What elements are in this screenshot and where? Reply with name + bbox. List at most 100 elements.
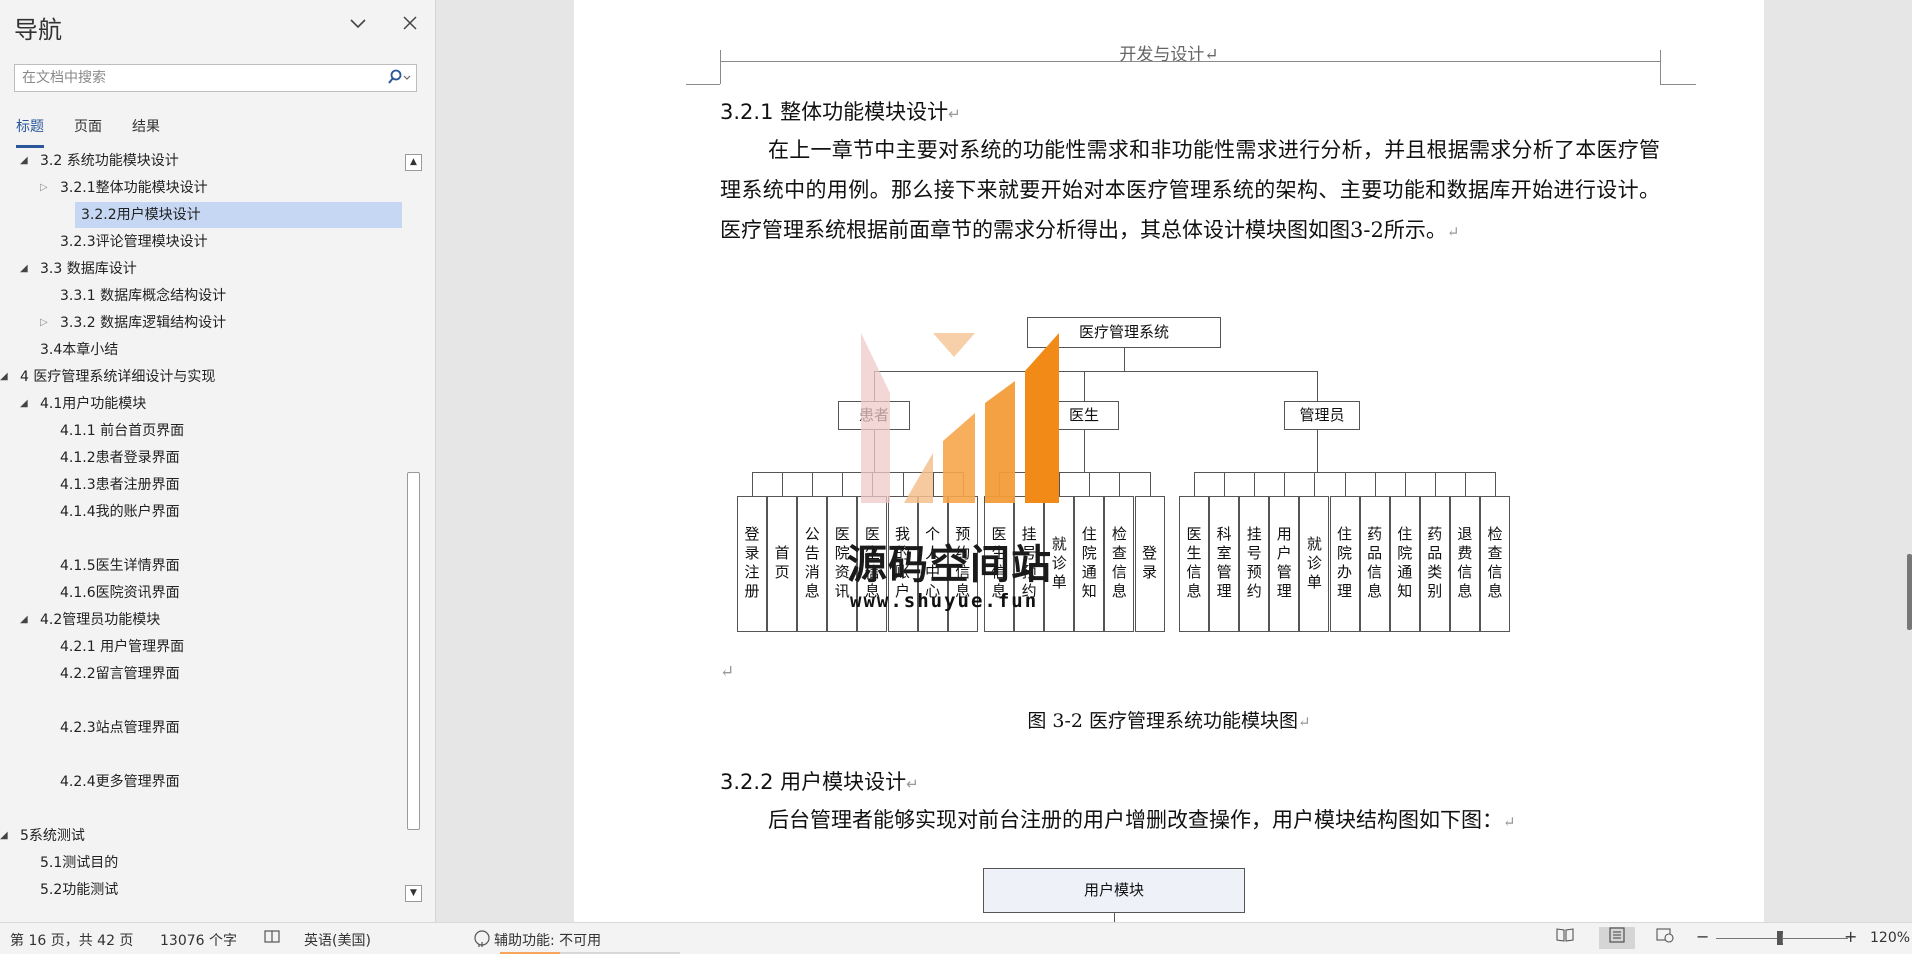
search-input[interactable] bbox=[15, 65, 375, 91]
nav-heading-item[interactable]: ◢ 3.3 数据库设计 bbox=[0, 256, 402, 282]
chart-leaf-user: 首页 bbox=[767, 496, 798, 632]
tab-results[interactable]: 结果 bbox=[132, 116, 160, 148]
accessibility-icon[interactable] bbox=[472, 928, 492, 952]
nav-heading-item[interactable]: 5.2功能测试 bbox=[0, 877, 402, 903]
nav-heading-label: 3.2 系统功能模块设计 bbox=[40, 153, 179, 169]
expand-triangle-icon[interactable]: ▷ bbox=[40, 310, 48, 336]
zoom-in-icon[interactable]: + bbox=[1844, 927, 1857, 946]
nav-heading-item[interactable]: 3.4本章小结 bbox=[0, 337, 402, 363]
scroll-up-icon[interactable]: ▲ bbox=[405, 154, 422, 171]
chart-connector-line bbox=[1084, 371, 1085, 401]
collapse-triangle-icon[interactable]: ◢ bbox=[20, 256, 28, 282]
nav-heading-item[interactable]: 5.1测试目的 bbox=[0, 850, 402, 876]
chart-connector-line bbox=[1149, 472, 1151, 496]
nav-heading-item[interactable]: ▷ 3.2.1整体功能模块设计 bbox=[0, 175, 402, 201]
nav-heading-label: 4.1用户功能模块 bbox=[40, 396, 147, 412]
chart-leaf-admin: 药品类别 bbox=[1419, 496, 1450, 632]
document-area: 开发与设计↵ 3.2.1 整体功能模块设计↵ 在上一章节中主要对系统的功能性需求… bbox=[437, 0, 1912, 922]
language[interactable]: 英语(美国) bbox=[304, 930, 371, 950]
chart-connector-line bbox=[874, 430, 875, 472]
chart-leaf-user: 登录注册 bbox=[737, 496, 767, 632]
nav-heading-label: 3.3 数据库设计 bbox=[40, 261, 137, 277]
nav-heading-item[interactable]: ◢ 4.1用户功能模块 bbox=[0, 391, 402, 417]
watermark-text: 源码空间站 bbox=[847, 542, 1052, 588]
nav-heading-item[interactable]: 3.3.1 数据库概念结构设计 bbox=[0, 283, 402, 309]
nav-heading-item[interactable]: 4.1.5医生详情界面 bbox=[0, 553, 402, 579]
chart-connector-line bbox=[1194, 472, 1195, 496]
nav-heading-item[interactable]: ◢ 4.2管理员功能模块 bbox=[0, 607, 402, 633]
scroll-down-icon[interactable]: ▼ bbox=[405, 885, 422, 902]
print-layout-icon[interactable] bbox=[1599, 927, 1635, 949]
tab-pages[interactable]: 页面 bbox=[74, 116, 102, 148]
collapse-triangle-icon[interactable]: ◢ bbox=[20, 391, 28, 417]
nav-heading-label: 4.1.3患者注册界面 bbox=[60, 477, 180, 493]
scrollbar-thumb[interactable] bbox=[407, 472, 420, 830]
chart-leaf-admin: 退费信息 bbox=[1449, 496, 1480, 632]
nav-heading-label: 3.3.1 数据库概念结构设计 bbox=[60, 288, 227, 304]
document-scroll-indicator[interactable] bbox=[1907, 554, 1912, 630]
nav-heading-item bbox=[0, 742, 402, 768]
web-layout-icon[interactable] bbox=[1652, 927, 1678, 949]
nav-heading-item[interactable]: 4.1.2患者登录界面 bbox=[0, 445, 402, 471]
collapse-triangle-icon[interactable]: ◢ bbox=[0, 364, 8, 390]
nav-heading-item[interactable]: 4.1.6医院资讯界面 bbox=[0, 580, 402, 606]
paragraph-overview: 在上一章节中主要对系统的功能性需求和非功能性需求进行分析，并且根据需求分析了本医… bbox=[720, 138, 1660, 242]
chart-leaf-doctor: 登录 bbox=[1134, 496, 1165, 632]
status-bar: 第 16 页，共 42 页 13076 个字 英语(美国) 辅助功能: 不可用 … bbox=[0, 922, 1912, 954]
zoom-level[interactable]: 120% bbox=[1870, 930, 1910, 946]
chart-connector-line bbox=[999, 472, 1151, 473]
read-mode-icon[interactable] bbox=[1552, 927, 1578, 949]
chart-connector-line bbox=[999, 472, 1000, 496]
collapse-triangle-icon[interactable]: ◢ bbox=[0, 823, 8, 849]
nav-heading-item[interactable]: 4.2.3站点管理界面 bbox=[0, 715, 402, 741]
chart-connector-line bbox=[874, 371, 875, 401]
accessibility-status[interactable]: 辅助功能: 不可用 bbox=[494, 930, 601, 950]
nav-heading-item[interactable]: ◢ 4 医疗管理系统详细设计与实现 bbox=[0, 364, 402, 390]
chart-connector-line bbox=[932, 472, 934, 496]
collapse-triangle-icon[interactable]: ◢ bbox=[20, 148, 28, 174]
page-count[interactable]: 第 16 页，共 42 页 bbox=[10, 930, 133, 950]
chart-connector-line bbox=[962, 472, 964, 496]
word-count[interactable]: 13076 个字 bbox=[160, 930, 237, 950]
proofing-icon[interactable] bbox=[263, 928, 283, 950]
chart-node-user: 患者 bbox=[838, 401, 910, 430]
nav-heading-item[interactable]: 3.2.2用户模块设计 bbox=[75, 202, 402, 228]
nav-heading-label: 4.2.2留言管理界面 bbox=[60, 666, 180, 682]
tab-headings[interactable]: 标题 bbox=[16, 116, 44, 148]
nav-heading-item[interactable]: 4.1.1 前台首页界面 bbox=[0, 418, 402, 444]
zoom-center-tick bbox=[1782, 934, 1783, 943]
expand-triangle-icon[interactable]: ▷ bbox=[40, 175, 48, 201]
collapse-triangle-icon[interactable]: ◢ bbox=[20, 607, 28, 633]
nav-options-icon[interactable] bbox=[346, 14, 370, 38]
search-icon[interactable] bbox=[386, 68, 412, 88]
function-module-chart: 医疗管理系统 患者 登录注册 首页 公告消息 医院资讯 医生信息 我的账户 个人中心 预约信息 医生… bbox=[574, 300, 1764, 660]
chart-leaf-admin: 药品信息 bbox=[1359, 496, 1390, 632]
document-page[interactable]: 开发与设计↵ 3.2.1 整体功能模块设计↵ 在上一章节中主要对系统的功能性需求… bbox=[574, 0, 1764, 922]
chart-root-node: 医疗管理系统 bbox=[1027, 317, 1221, 348]
nav-heading-item[interactable]: ◢ 5系统测试 bbox=[0, 823, 402, 849]
nav-heading-item[interactable]: ◢ 3.2 系统功能模块设计 bbox=[0, 148, 402, 174]
nav-heading-item[interactable]: 3.2.3评论管理模块设计 bbox=[0, 229, 402, 255]
chart-connector-line bbox=[1314, 472, 1316, 496]
close-icon[interactable] bbox=[398, 14, 422, 38]
nav-heading-item[interactable]: 4.2.4更多管理界面 bbox=[0, 769, 402, 795]
chart-leaf-doctor: 检查信息 bbox=[1104, 496, 1135, 632]
nav-heading-item[interactable]: ▷ 3.3.2 数据库逻辑结构设计 bbox=[0, 310, 402, 336]
nav-heading-label: 4.2.3站点管理界面 bbox=[60, 720, 180, 736]
heading-3-2-1: 3.2.1 整体功能模块设计↵ bbox=[720, 100, 961, 124]
chart-connector-line bbox=[1284, 472, 1286, 496]
nav-tabs: 标题 页面 结果 bbox=[16, 116, 190, 148]
nav-scrollbar[interactable]: ▲ ▼ bbox=[405, 154, 422, 902]
nav-heading-item bbox=[0, 796, 402, 822]
nav-heading-item[interactable]: 4.2.1 用户管理界面 bbox=[0, 634, 402, 660]
zoom-out-icon[interactable]: − bbox=[1696, 927, 1709, 946]
nav-heading-item[interactable]: 4.1.3患者注册界面 bbox=[0, 472, 402, 498]
nav-heading-label: 4.2管理员功能模块 bbox=[40, 612, 161, 628]
chart-connector-line bbox=[1374, 472, 1376, 496]
nav-heading-item[interactable]: 4.2.2留言管理界面 bbox=[0, 661, 402, 687]
chart-leaf-admin: 科室管理 bbox=[1209, 496, 1240, 632]
chart-connector-line bbox=[1254, 472, 1256, 496]
chart-connector-line bbox=[1434, 472, 1436, 496]
nav-heading-item[interactable]: 4.1.4我的账户界面 bbox=[0, 499, 402, 525]
figure-caption: 图 3-2 医疗管理系统功能模块图↵ bbox=[1027, 710, 1311, 732]
